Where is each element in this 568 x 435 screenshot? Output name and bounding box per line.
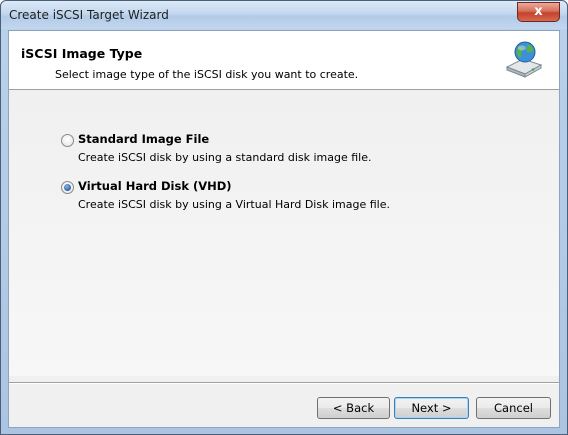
page-title: iSCSI Image Type	[21, 46, 143, 61]
footer-divider	[9, 382, 559, 384]
page-subtitle: Select image type of the iSCSI disk you …	[55, 68, 359, 81]
option-standard-image-description: Create iSCSI disk by using a standard di…	[78, 151, 372, 164]
back-button[interactable]: < Back	[317, 397, 390, 419]
globe-disk-icon	[505, 41, 543, 78]
next-button[interactable]: Next >	[394, 397, 469, 419]
window-title: Create iSCSI Target Wizard	[9, 8, 169, 22]
wizard-body: Standard Image File Create iSCSI disk by…	[9, 91, 559, 376]
title-bar[interactable]: Create iSCSI Target Wizard x	[1, 1, 567, 29]
radio-standard-image[interactable]	[61, 134, 74, 147]
radio-vhd[interactable]	[61, 181, 74, 194]
close-button[interactable]: x	[517, 2, 560, 22]
wizard-header: iSCSI Image Type Select image type of th…	[9, 31, 559, 90]
option-vhd-label[interactable]: Virtual Hard Disk (VHD)	[78, 179, 232, 193]
option-vhd-description: Create iSCSI disk by using a Virtual Har…	[78, 198, 390, 211]
cancel-button[interactable]: Cancel	[476, 397, 551, 419]
wizard-window: Create iSCSI Target Wizard x iSCSI Image…	[0, 0, 568, 435]
option-standard-image-label[interactable]: Standard Image File	[78, 132, 209, 146]
wizard-client-area: iSCSI Image Type Select image type of th…	[8, 30, 560, 428]
